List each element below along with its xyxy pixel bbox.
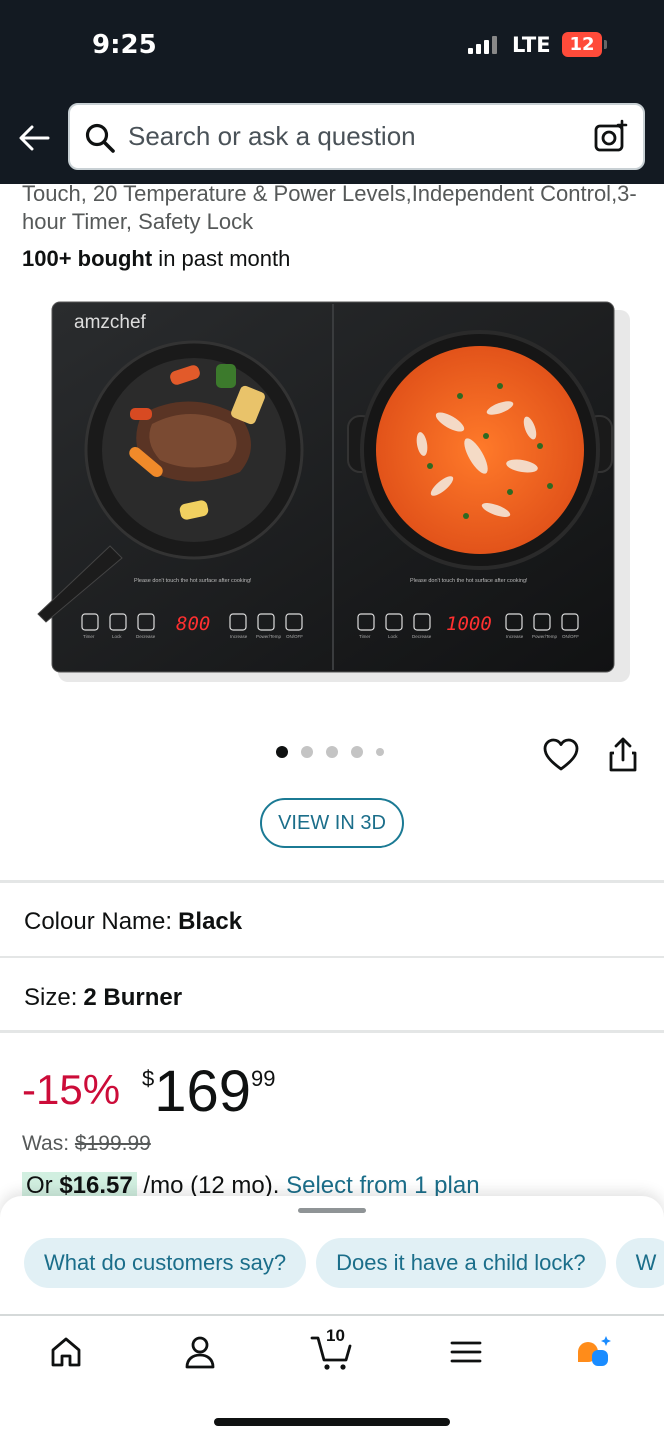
product-title[interactable]: Touch, 20 Temperature & Power Levels,Ind… (22, 180, 642, 236)
monthly-highlight: Or $16.57 (22, 1172, 137, 1199)
was-label: Was: (22, 1132, 70, 1155)
suggestion-chips: What do customers say? Does it have a ch… (24, 1238, 664, 1288)
carousel-dot[interactable] (351, 746, 363, 758)
monthly-prefix: Or (26, 1172, 60, 1199)
divider (0, 1030, 664, 1033)
warning-left: Please don't touch the hot surface after… (134, 578, 252, 584)
discount-badge: -15% (22, 1066, 121, 1113)
status-bar: 9:25 LTE 12 (0, 0, 664, 92)
bought-rest: in past month (152, 246, 291, 271)
size-option[interactable]: Size: 2 Burner (24, 984, 182, 1012)
label-lock: Lock (112, 634, 122, 639)
price-fraction: 99 (251, 1066, 276, 1091)
search-header (0, 92, 664, 184)
monthly-amount: $16.57 (59, 1172, 133, 1199)
colour-label: Colour Name: (24, 908, 173, 935)
price-currency: $ (142, 1066, 155, 1091)
label-on-off: ON/OFF (286, 634, 303, 639)
status-time: 9:25 (92, 30, 157, 60)
search-icon (85, 123, 115, 153)
label-power-temp: Power/Temp (256, 634, 282, 639)
size-label: Size: (24, 984, 78, 1011)
display-right: 1000 (446, 613, 492, 635)
divider (0, 880, 664, 883)
rufus-icon[interactable] (574, 1332, 614, 1372)
brand-logo: amzchef (74, 312, 147, 333)
label-timer: Timer (83, 634, 95, 639)
search-box[interactable] (68, 103, 645, 170)
carousel-dot[interactable] (276, 746, 288, 758)
bought-bold: 100+ bought (22, 246, 153, 271)
home-icon[interactable] (46, 1332, 86, 1372)
label-on-off-2: ON/OFF (562, 634, 579, 639)
monthly-rest: /mo (12 mo). (136, 1172, 287, 1199)
label-timer-2: Timer (359, 634, 371, 639)
bought-count: 100+ bought in past month (22, 246, 290, 272)
label-increase-2: Increase (506, 634, 524, 639)
colour-value: Black (178, 908, 243, 935)
battery-icon: 12 (562, 32, 602, 57)
size-value: 2 Burner (83, 984, 183, 1011)
carousel-dot[interactable] (301, 746, 313, 758)
display-left: 800 (176, 613, 210, 635)
select-plan-link[interactable]: Select from 1 plan (286, 1172, 479, 1199)
label-increase: Increase (230, 634, 248, 639)
search-input[interactable] (128, 105, 568, 168)
home-indicator[interactable] (214, 1418, 450, 1426)
warning-right: Please don't touch the hot surface after… (410, 578, 528, 584)
price: $16999 (142, 1058, 276, 1125)
carousel-dots[interactable] (276, 746, 384, 758)
view-in-3d-button[interactable]: VIEW IN 3D (260, 798, 404, 848)
person-icon[interactable] (180, 1332, 220, 1372)
label-decrease: Decrease (136, 634, 156, 639)
was-price: Was: $199.99 (22, 1132, 151, 1156)
heart-icon[interactable] (542, 736, 580, 774)
product-image[interactable]: amzchef Please don't touch the hot surfa… (30, 296, 634, 696)
divider (0, 956, 664, 958)
camera-lens-icon[interactable] (593, 119, 629, 155)
was-value: $199.99 (74, 1132, 151, 1155)
cart-count-badge: 10 (326, 1326, 345, 1345)
suggestion-chip[interactable]: W (615, 1238, 664, 1288)
signal-icon (468, 36, 497, 54)
label-decrease-2: Decrease (412, 634, 432, 639)
suggestion-chip[interactable]: What do customers say? (24, 1238, 307, 1288)
battery-tip (604, 40, 607, 49)
label-lock-2: Lock (388, 634, 398, 639)
colour-option[interactable]: Colour Name: Black (24, 908, 242, 936)
share-icon[interactable] (604, 736, 642, 774)
sheet-grabber[interactable] (298, 1208, 366, 1213)
price-whole: 169 (154, 1059, 252, 1124)
suggestion-chip[interactable]: Does it have a child lock? (316, 1238, 606, 1288)
assistant-sheet: What do customers say? Does it have a ch… (0, 1196, 664, 1316)
carousel-dot[interactable] (326, 746, 338, 758)
arrow-left-icon[interactable] (16, 120, 52, 156)
hamburger-icon[interactable] (446, 1332, 486, 1372)
carousel-dot[interactable] (376, 748, 384, 756)
label-power-temp-2: Power/Temp (532, 634, 558, 639)
network-label: LTE (512, 33, 551, 57)
